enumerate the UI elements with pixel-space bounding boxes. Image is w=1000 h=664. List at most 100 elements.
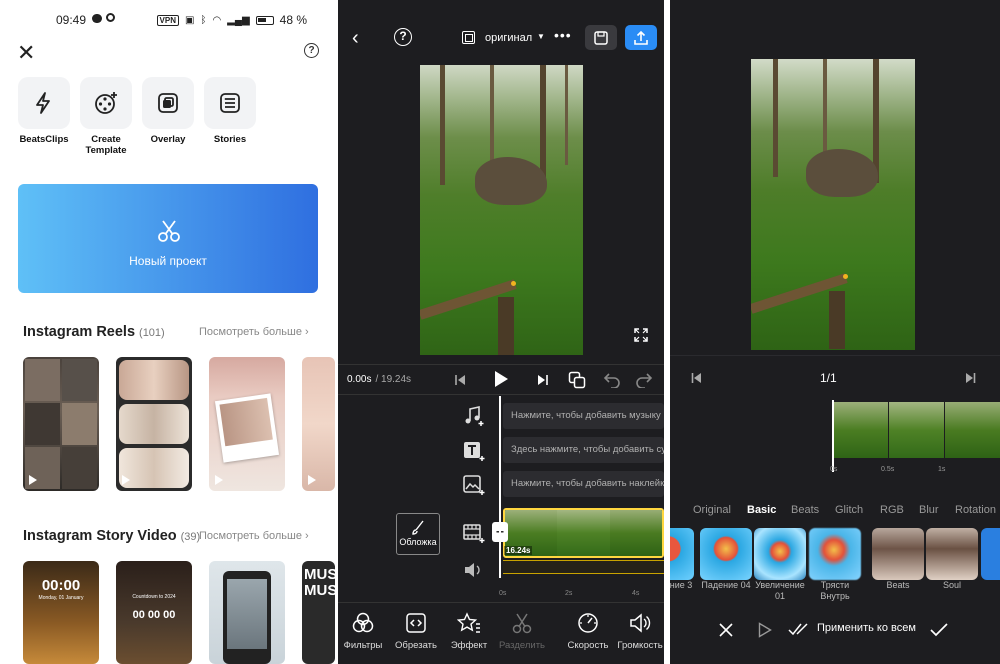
create-template-tile[interactable] bbox=[80, 77, 132, 129]
video-preview[interactable] bbox=[751, 59, 915, 350]
story-section-title: Instagram Story Video (39) bbox=[23, 528, 200, 544]
overlay-tile[interactable] bbox=[142, 77, 194, 129]
help-icon[interactable]: ? bbox=[304, 43, 319, 58]
reels-template-card[interactable] bbox=[209, 357, 285, 491]
skip-end-icon[interactable] bbox=[537, 374, 549, 386]
star-effect-icon bbox=[457, 612, 480, 633]
signal-icon: ▂▄▆ bbox=[227, 14, 250, 26]
effect-thumbnail[interactable] bbox=[981, 528, 1000, 580]
tab-blur[interactable]: Blur bbox=[919, 504, 939, 516]
play-icon bbox=[29, 475, 37, 485]
aspect-ratio-select[interactable]: оригинал bbox=[485, 32, 532, 44]
effect-thumbnail[interactable] bbox=[809, 528, 861, 580]
divider bbox=[338, 364, 664, 365]
dropdown-caret-icon[interactable]: ▼ bbox=[537, 32, 545, 41]
cover-button[interactable]: Обложка bbox=[396, 513, 440, 555]
tab-beats[interactable]: Beats bbox=[791, 504, 819, 516]
chevron-right-icon: › bbox=[305, 530, 309, 542]
volume-button[interactable]: Громкость bbox=[609, 612, 664, 651]
story-count: (39) bbox=[180, 531, 201, 543]
effect-thumbnail[interactable] bbox=[754, 528, 806, 580]
clip-thumbnails[interactable] bbox=[833, 402, 1000, 458]
stories-tile[interactable] bbox=[204, 77, 256, 129]
split-button[interactable]: Разделить bbox=[491, 612, 553, 651]
clock-text: 00:00 bbox=[41, 577, 81, 594]
play-icon[interactable] bbox=[758, 622, 772, 638]
beatsclips-label: BeatsClips bbox=[19, 134, 69, 145]
tab-rotation[interactable]: Rotation bbox=[955, 504, 996, 516]
effect-thumbnail[interactable] bbox=[700, 528, 752, 580]
save-draft-button[interactable] bbox=[585, 25, 617, 50]
new-project-button[interactable]: Новый проект bbox=[18, 184, 318, 293]
playhead[interactable] bbox=[832, 400, 834, 472]
effect-thumbnail[interactable] bbox=[872, 528, 924, 580]
create-template-label: Create Template bbox=[85, 134, 127, 156]
playhead[interactable] bbox=[499, 396, 501, 578]
more-options-icon[interactable]: ••• bbox=[554, 27, 572, 43]
export-button[interactable] bbox=[625, 25, 657, 50]
story-template-card[interactable] bbox=[209, 561, 285, 664]
effect-thumbnail[interactable] bbox=[670, 528, 694, 580]
reels-section-title: Instagram Reels (101) bbox=[23, 324, 165, 340]
story-template-card[interactable]: MUSIC MUSIC bbox=[302, 561, 335, 664]
effect-label: Трясти Внутрь bbox=[820, 580, 850, 601]
tab-original[interactable]: Original bbox=[693, 504, 731, 516]
beatsclips-tile[interactable] bbox=[18, 77, 70, 129]
double-check-icon[interactable] bbox=[788, 623, 810, 637]
divider bbox=[338, 394, 664, 395]
check-icon[interactable] bbox=[930, 623, 948, 637]
story-see-more-link[interactable]: Посмотреть больше › bbox=[199, 530, 309, 542]
help-icon[interactable]: ? bbox=[394, 28, 412, 46]
nfc-icon: ▣ bbox=[184, 14, 195, 26]
lightning-icon bbox=[36, 92, 50, 114]
fullscreen-icon[interactable] bbox=[633, 327, 649, 343]
apply-to-all-button[interactable]: Применить ко всем bbox=[817, 622, 916, 634]
skip-end-icon[interactable] bbox=[965, 372, 976, 384]
video-preview[interactable] bbox=[420, 65, 583, 355]
tab-glitch[interactable]: Glitch bbox=[835, 504, 863, 516]
divider bbox=[670, 355, 1000, 356]
volume-icon[interactable] bbox=[463, 560, 485, 580]
video-clip-plus-icon[interactable] bbox=[463, 523, 485, 543]
add-subtitles-track[interactable]: Здесь нажмите, чтобы добавить субтитры bbox=[503, 437, 664, 463]
effect-label: Beats bbox=[886, 580, 910, 590]
add-music-track[interactable]: Нажмите, чтобы добавить музыку bbox=[503, 403, 664, 429]
play-icon bbox=[122, 475, 130, 485]
duplicate-icon[interactable] bbox=[568, 371, 586, 389]
reels-see-more-link[interactable]: Посмотреть больше › bbox=[199, 326, 309, 338]
scissors-icon bbox=[512, 613, 532, 634]
close-icon[interactable]: ✕ bbox=[17, 40, 35, 66]
scissors-icon bbox=[158, 220, 180, 242]
redo-icon[interactable] bbox=[635, 372, 653, 388]
ruler-tick: 0s bbox=[830, 466, 838, 473]
effect-label: Падение 04 bbox=[701, 580, 751, 590]
undo-icon[interactable] bbox=[603, 372, 621, 388]
back-arrow-icon[interactable]: ‹ bbox=[352, 27, 359, 50]
reels-template-card[interactable] bbox=[116, 357, 192, 491]
music-card-text: MUSIC MUSIC bbox=[304, 566, 335, 599]
effect-thumbnail[interactable] bbox=[926, 528, 978, 580]
search-icon bbox=[106, 13, 115, 22]
story-template-card[interactable]: Countdown to 2024 00 00 00 bbox=[116, 561, 192, 664]
split-label: Разделить bbox=[498, 640, 545, 651]
music-note-plus-icon[interactable] bbox=[463, 406, 485, 426]
brush-icon bbox=[412, 520, 424, 535]
skip-start-icon[interactable] bbox=[454, 374, 466, 386]
add-sticker-track[interactable]: Нажмите, чтобы добавить наклейку bbox=[503, 471, 664, 497]
cover-label: Обложка bbox=[399, 537, 437, 547]
story-template-card[interactable]: 00:00 Monday, 01 January bbox=[23, 561, 99, 664]
skip-start-icon[interactable] bbox=[691, 372, 702, 384]
close-icon[interactable] bbox=[719, 623, 733, 637]
aspect-ratio-icon[interactable] bbox=[462, 31, 475, 44]
play-icon[interactable] bbox=[493, 370, 509, 388]
tab-rgb[interactable]: RGB bbox=[880, 504, 904, 516]
reels-template-card[interactable] bbox=[302, 357, 335, 491]
vpn-badge: VPN bbox=[156, 14, 179, 26]
overlay-icon bbox=[158, 93, 178, 113]
text-plus-icon[interactable] bbox=[463, 441, 485, 461]
sticker-plus-icon[interactable] bbox=[463, 475, 485, 495]
effect-label: Soul bbox=[942, 580, 961, 590]
tab-basic[interactable]: Basic bbox=[747, 504, 776, 516]
reels-template-card[interactable] bbox=[23, 357, 99, 491]
bluetooth-icon: ᛒ bbox=[200, 14, 207, 26]
